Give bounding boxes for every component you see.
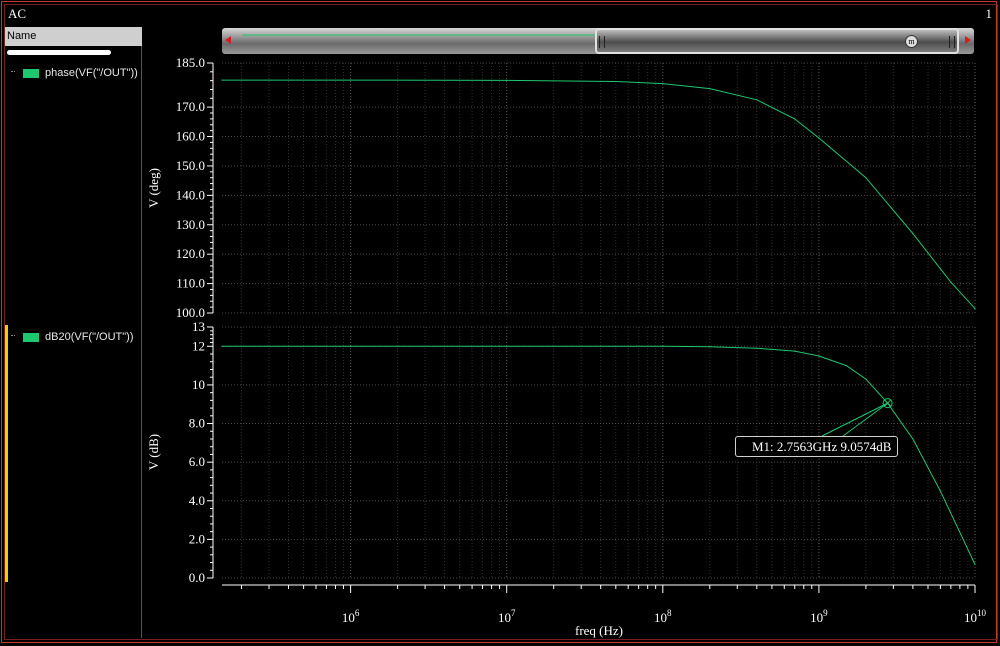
y-tick-label: 6.0 [189, 454, 205, 469]
x-tick-label: 107 [498, 608, 516, 625]
series-point [845, 365, 847, 367]
y-tick-label: 0.0 [189, 570, 205, 585]
y-tick-label: 13 [192, 319, 205, 334]
series-point [662, 345, 664, 347]
y-tick-label: 185.0 [176, 55, 205, 70]
y-axis-label: V (dB) [146, 434, 161, 470]
series-point [974, 563, 976, 566]
y-axis-label: V (deg) [146, 168, 161, 208]
marker-leader-line [821, 402, 888, 437]
marker-m1-label[interactable]: M1: 2.7563GHz 9.0574dB [735, 436, 899, 457]
series-point [221, 79, 223, 81]
series-point [756, 347, 758, 349]
series-point [350, 79, 352, 81]
y-tick-label: 10 [192, 377, 205, 392]
series-point [818, 355, 820, 357]
series-point [662, 82, 664, 85]
series-point [950, 281, 952, 283]
series-point [818, 137, 820, 139]
series-point [974, 307, 976, 310]
x-tick-label: 109 [810, 608, 828, 625]
series-point [865, 177, 867, 179]
y-tick-label: 110.0 [176, 276, 205, 291]
series-point [756, 99, 758, 101]
x-tick-label: 108 [654, 608, 672, 625]
series-point [709, 87, 711, 90]
y-tick-label: 12 [192, 338, 205, 353]
series-point [506, 79, 508, 81]
series-point [865, 378, 867, 380]
x-tick-label: 106 [342, 608, 360, 625]
y-tick-label: 120.0 [176, 246, 205, 261]
series-point [350, 345, 352, 347]
series-point [794, 118, 796, 120]
y-tick-label: 140.0 [176, 187, 205, 202]
x-tick-label: 1010 [964, 608, 987, 625]
series-point [506, 345, 508, 347]
x-axis-label: freq (Hz) [575, 623, 623, 638]
waveform-plot-area[interactable]: 100.0110.0120.0130.0140.0150.0160.0170.0… [0, 0, 1000, 646]
marker-leader-line [842, 402, 888, 437]
y-tick-label: 2.0 [189, 531, 205, 546]
y-tick-label: 130.0 [176, 217, 205, 232]
series-point [709, 346, 711, 348]
y-tick-label: 4.0 [189, 493, 205, 508]
y-tick-label: 160.0 [176, 129, 205, 144]
y-tick-label: 150.0 [176, 158, 205, 173]
series-point [912, 232, 914, 235]
series-point [794, 350, 796, 352]
strip-1: 100.0 110.0 120.0 130.0 140.0 150.0 160.0 170.0… [146, 55, 976, 320]
series-point [615, 80, 617, 83]
series-point [939, 490, 941, 492]
y-tick-label: 100.0 [176, 305, 205, 320]
y-tick-label: 170.0 [176, 99, 205, 114]
series-point [912, 438, 914, 440]
y-tick-label: 8.0 [189, 416, 205, 431]
series-line-phase [222, 79, 976, 309]
series-point [221, 345, 223, 347]
